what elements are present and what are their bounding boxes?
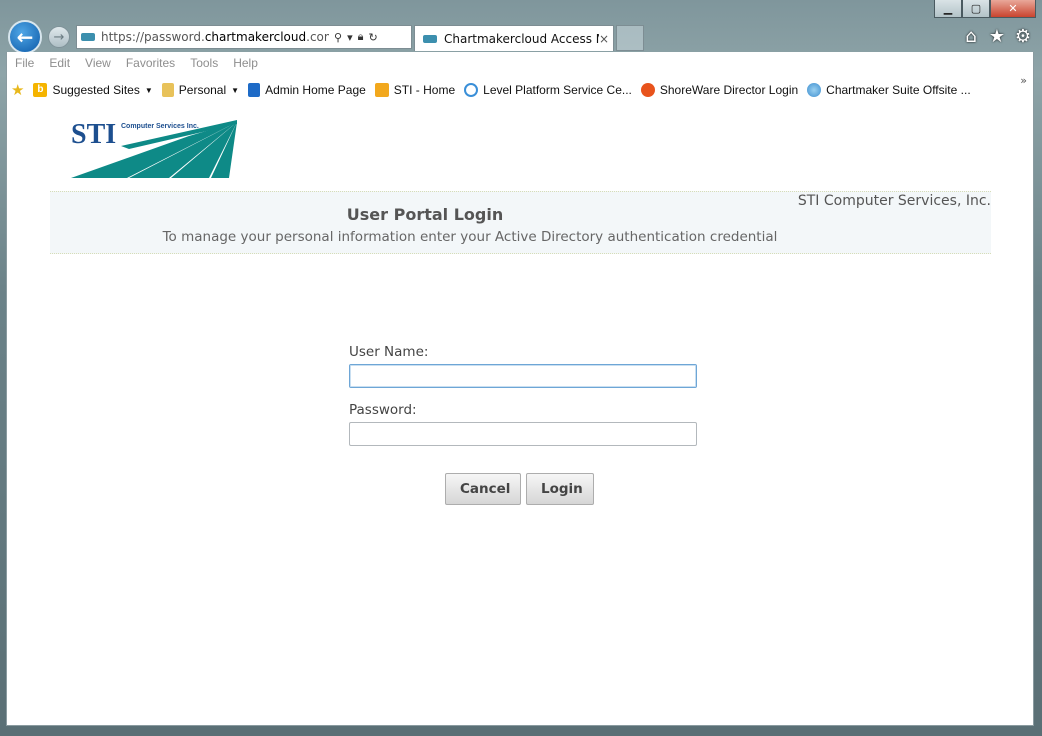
company-name: STI Computer Services, Inc. <box>797 193 991 209</box>
favorite-sti-home[interactable]: STI - Home <box>374 83 456 97</box>
maximize-icon[interactable]: ▢ <box>962 0 990 18</box>
favorite-shoreware[interactable]: ShoreWare Director Login <box>640 83 799 97</box>
bing-icon: b <box>33 83 48 97</box>
favorite-personal[interactable]: Personal ▼ <box>161 83 240 97</box>
minimize-icon[interactable]: ▁ <box>934 0 962 18</box>
password-field[interactable] <box>349 422 697 446</box>
site-favicon-icon <box>81 33 95 41</box>
url-prefix: https://password. <box>101 30 205 44</box>
menu-edit[interactable]: Edit <box>49 56 70 70</box>
menu-tools[interactable]: Tools <box>190 56 218 70</box>
favorite-label: Chartmaker Suite Offsite ... <box>826 83 971 97</box>
favorite-label: Level Platform Service Ce... <box>483 83 632 97</box>
logo-text: STI <box>71 119 116 150</box>
globe-icon <box>807 83 822 97</box>
tab-chartmakercloud[interactable]: Chartmakercloud Access M... × <box>414 25 614 51</box>
password-label: Password: <box>349 402 417 418</box>
page-subtitle: To manage your personal information ente… <box>162 229 778 245</box>
favorite-level-platform[interactable]: Level Platform Service Ce... <box>464 83 632 97</box>
gear-icon[interactable]: ⚙ <box>1014 26 1032 47</box>
menu-help[interactable]: Help <box>233 56 258 70</box>
add-favorite-star-icon[interactable]: ★ <box>11 81 24 99</box>
favorites-bar: ★ b Suggested Sites ▼ Personal ▼ Admin Hom… <box>11 80 980 100</box>
form-buttons: Cancel Login <box>445 473 594 505</box>
login-button[interactable]: Login <box>526 473 594 505</box>
favorite-label: STI - Home <box>393 83 456 97</box>
favorite-admin-home[interactable]: Admin Home Page <box>248 83 366 97</box>
favorite-label: Suggested Sites <box>52 83 140 97</box>
chevron-down-icon: ▼ <box>231 85 240 95</box>
menu-favorites[interactable]: Favorites <box>126 56 175 70</box>
tab-favicon-icon <box>423 34 437 43</box>
favorite-label: Personal <box>178 83 227 97</box>
sti-logo: STI Computer Services Inc. <box>71 119 237 178</box>
page-content: STI Computer Services Inc. STI Computer … <box>6 104 1034 726</box>
favorites-star-icon[interactable]: ★ <box>988 26 1006 47</box>
tab-label: Chartmakercloud Access M... <box>444 31 599 46</box>
username-field[interactable] <box>349 364 697 388</box>
forward-arrow-icon[interactable]: → <box>48 26 70 48</box>
tab-close-icon[interactable]: × <box>599 32 613 46</box>
shoretel-icon <box>640 83 655 97</box>
close-icon[interactable]: ✕ <box>990 0 1036 18</box>
window-controls: ▁ ▢ ✕ <box>934 0 1036 19</box>
browser-toolbars: File Edit View Favorites Tools Help ★ b … <box>6 52 1034 104</box>
menu-bar: File Edit View Favorites Tools Help <box>15 56 273 70</box>
address-url[interactable]: https://password.chartmakercloud.com/use… <box>101 30 329 44</box>
favorite-suggested-sites[interactable]: b Suggested Sites ▼ <box>33 83 153 97</box>
toolbar-icons: ⌂ ★ ⚙ <box>962 26 1032 47</box>
page-title: User Portal Login <box>346 205 504 224</box>
header-banner: STI Computer Services, Inc. User Portal … <box>50 191 991 254</box>
username-label: User Name: <box>349 344 429 360</box>
login-form: User Name: Password: Cancel Login <box>349 344 699 505</box>
menu-view[interactable]: View <box>85 56 111 70</box>
favorite-chartmaker-suite[interactable]: Chartmaker Suite Offsite ... <box>807 83 971 97</box>
address-bar[interactable]: https://password.chartmakercloud.com/use… <box>76 25 412 49</box>
cancel-button[interactable]: Cancel <box>445 473 521 505</box>
logo-subtext: Computer Services Inc. <box>121 123 199 130</box>
office-icon <box>248 83 261 97</box>
sti-icon <box>374 83 389 97</box>
menu-file[interactable]: File <box>15 56 34 70</box>
ie-icon <box>464 83 479 97</box>
url-suffix: .com/user <box>306 30 329 44</box>
url-domain: chartmakercloud <box>204 30 307 44</box>
dropdown-icon[interactable]: ▾ <box>347 31 353 44</box>
folder-icon <box>161 83 174 97</box>
favorite-label: ShoreWare Director Login <box>659 83 799 97</box>
home-icon[interactable]: ⌂ <box>962 26 980 47</box>
navigation-bar: ← → https://password.chartmakercloud.com… <box>6 20 1036 54</box>
lock-icon[interactable]: 🔒︎ <box>358 30 364 44</box>
chevron-down-icon: ▼ <box>144 85 153 95</box>
chevron-more-icon[interactable]: » <box>1020 74 1027 87</box>
refresh-icon[interactable]: ↻ <box>368 31 377 44</box>
favorite-label: Admin Home Page <box>265 83 366 97</box>
back-arrow-icon[interactable]: ← <box>8 20 42 54</box>
search-icon[interactable]: ⚲ <box>334 31 342 44</box>
new-tab-button[interactable] <box>616 25 644 51</box>
